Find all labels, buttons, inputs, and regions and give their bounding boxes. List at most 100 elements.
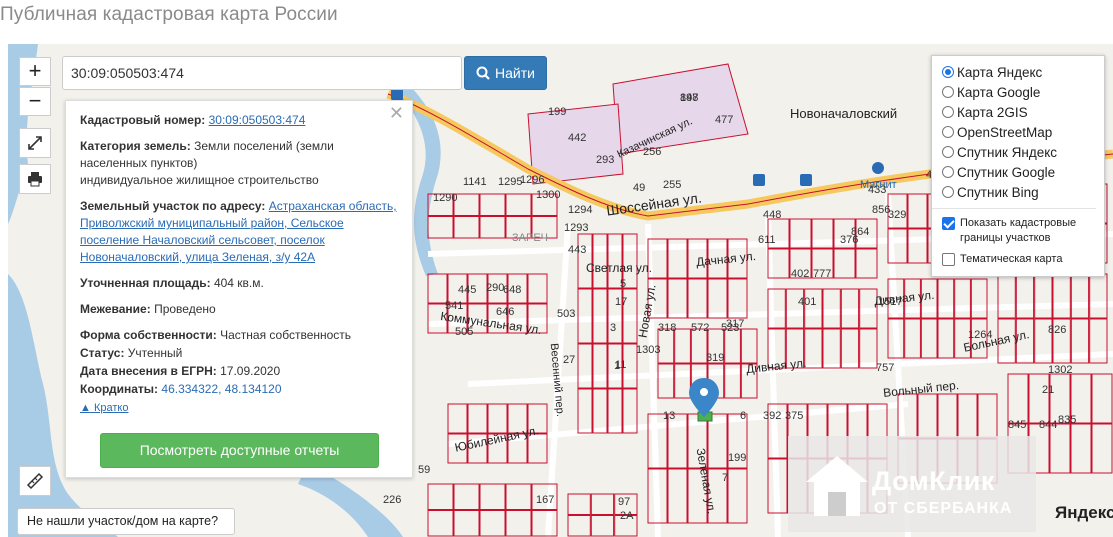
status-label: Статус:: [80, 346, 125, 360]
close-icon[interactable]: ✕: [389, 104, 404, 122]
parcel-number: 648: [503, 284, 522, 296]
thematic-map-option[interactable]: Тематическая карта: [942, 252, 1104, 267]
layer-option[interactable]: Спутник Bing: [942, 182, 1104, 202]
layer-option[interactable]: Карта 2GIS: [942, 102, 1104, 122]
parcel-number: 226: [383, 494, 402, 506]
layer-radio[interactable]: [942, 166, 954, 178]
domclick-watermark: ДомКлик ОТ СБЕРБАНКА: [788, 436, 1036, 532]
area-value: 404 кв.м.: [213, 276, 264, 290]
map-label-svetlaya: Светлая ул.: [586, 261, 652, 275]
parcel-number: 17: [615, 296, 628, 308]
expand-icon: [28, 136, 42, 150]
layer-radio[interactable]: [942, 106, 954, 118]
thematic-map-checkbox[interactable]: [942, 253, 955, 266]
parcel-number: 392: [763, 410, 782, 422]
parcel-number: 401: [798, 296, 817, 308]
parcel-number: 1264: [968, 329, 993, 341]
layer-option[interactable]: Спутник Яндекс: [942, 142, 1104, 162]
layer-radio[interactable]: [942, 126, 954, 138]
parcel-number: 445: [458, 284, 477, 296]
parcel-number: 777: [813, 268, 832, 280]
ownership-value: Частная собственность: [220, 328, 352, 342]
parcel-number: 167: [536, 494, 555, 506]
show-borders-label: Показать кадастровые границы участков: [960, 217, 1077, 244]
layer-option-label: OpenStreetMap: [957, 124, 1053, 140]
land-usage-value: индивидуальное жилищное строительство: [80, 173, 319, 187]
egrn-date-value: 17.09.2020: [220, 364, 281, 378]
layer-radio[interactable]: [942, 186, 954, 198]
house-logo-icon: [806, 456, 868, 516]
parcel-number: 3: [610, 322, 617, 334]
parcel-info-panel: ✕ Кадастровый номер: 30:09:050503:474 Ка…: [65, 100, 413, 478]
layer-radio[interactable]: [942, 66, 954, 78]
layer-option[interactable]: Карта Google: [942, 82, 1104, 102]
print-button[interactable]: [19, 164, 51, 194]
parcel-number: 1302: [1048, 364, 1073, 376]
parcel-number: 21: [1042, 384, 1055, 396]
not-found-button[interactable]: Не нашли участок/дом на карте?: [17, 508, 235, 535]
area-label: Уточненная площадь:: [80, 276, 211, 290]
parcel-number: 97: [618, 496, 631, 508]
parcel-number: 376: [840, 234, 859, 246]
zoom-out-button[interactable]: −: [19, 87, 51, 116]
parcel-number: 1303: [636, 344, 661, 356]
parcel-number: 27: [563, 354, 576, 366]
show-borders-checkbox[interactable]: [942, 217, 955, 230]
parcel-number: 835: [1058, 414, 1077, 426]
coordinates-label: Координаты:: [80, 382, 159, 396]
parcel-number: 5: [620, 278, 627, 290]
parcel-number: 844: [1039, 419, 1058, 431]
parcel-number: 448: [763, 209, 782, 221]
search-input[interactable]: 30:09:050503:474: [62, 56, 462, 90]
parcel-number: 477: [715, 114, 734, 126]
layers-panel: Карта Яндекс Карта Google Карта 2GIS OpenSt…: [931, 55, 1105, 277]
parcel-number: 1295: [498, 176, 523, 188]
land-category-label: Категория земель:: [80, 139, 191, 153]
parcel-number: 329: [888, 209, 907, 221]
layer-option[interactable]: Карта Яндекс: [942, 62, 1104, 82]
search-icon: [476, 66, 490, 80]
survey-label: Межевание:: [80, 302, 151, 316]
parcel-number: 293: [596, 154, 615, 166]
parcel-number: 49: [633, 182, 646, 194]
parcel-number: 375: [785, 410, 804, 422]
layer-radio[interactable]: [942, 86, 954, 98]
parcel-number: 1290: [433, 192, 458, 204]
layer-option-label: Спутник Яндекс: [957, 144, 1058, 160]
cadastral-number-label: Кадастровый номер:: [80, 113, 206, 127]
ruler-button[interactable]: [19, 466, 51, 496]
parcel-number: 13: [663, 410, 676, 422]
status-value: Учтенный: [127, 346, 183, 360]
parcel-number: 442: [568, 132, 587, 144]
parcel-number: 2А: [620, 510, 634, 522]
address-label: Земельный участок по адресу:: [80, 199, 266, 213]
parcel-number: 6: [740, 410, 747, 422]
view-reports-button[interactable]: Посмотреть доступные отчеты: [100, 433, 379, 468]
parcel-number: 402: [791, 268, 810, 280]
parcel-number: 757: [876, 362, 895, 374]
domclick-brand: ДомКлик: [872, 466, 995, 496]
layer-option[interactable]: OpenStreetMap: [942, 122, 1104, 142]
parcel-number: 505: [455, 326, 474, 338]
parcel-number: 646: [496, 306, 515, 318]
parcel-number: 318: [658, 322, 677, 334]
cadastral-number-link[interactable]: 30:09:050503:474: [209, 113, 306, 127]
parcel-number: 572: [691, 322, 710, 334]
zoom-in-button[interactable]: +: [19, 57, 51, 86]
show-borders-option[interactable]: Показать кадастровые границы участков: [942, 216, 1104, 246]
parcel-number: 826: [1048, 324, 1067, 336]
parcel-number: 1294: [568, 204, 593, 216]
parcel-number: 443: [568, 244, 587, 256]
parcel-number: 845: [1008, 419, 1027, 431]
survey-value: Проведено: [154, 302, 216, 316]
thematic-map-label: Тематическая карта: [960, 253, 1063, 265]
layer-option[interactable]: Спутник Google: [942, 162, 1104, 182]
layer-radio[interactable]: [942, 146, 954, 158]
fullscreen-button[interactable]: [19, 128, 51, 158]
parcel-number: 848: [680, 92, 699, 104]
parcel-number: 1293: [564, 222, 589, 234]
page-title: Публичная кадастровая карта России: [0, 4, 338, 25]
caret-up-icon: ▲: [80, 402, 91, 414]
search-button[interactable]: Найти: [464, 56, 547, 90]
brief-toggle-link[interactable]: ▲ Кратко: [80, 402, 128, 414]
